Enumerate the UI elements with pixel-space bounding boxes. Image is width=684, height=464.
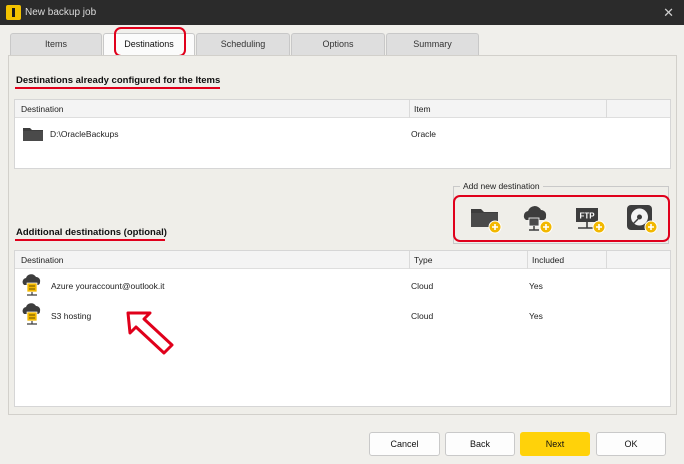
annotation-arrow-icon [126, 311, 174, 355]
column-included[interactable]: Included [532, 255, 564, 265]
column-type[interactable]: Type [414, 255, 432, 265]
svg-text:FTP: FTP [579, 212, 595, 221]
app-logo-icon [6, 5, 21, 20]
additional-section-title: Additional destinations (optional) [16, 227, 167, 238]
table-row[interactable]: S3 hosting Cloud Yes [15, 303, 670, 329]
configured-table-header: Destination Item [15, 100, 670, 118]
destination-name: Azure youraccount@outlook.it [51, 281, 165, 291]
close-icon[interactable]: ✕ [663, 5, 674, 21]
tab-options[interactable]: Options [291, 33, 385, 55]
configured-destinations-table: Destination Item D:\OracleBackups Oracle [14, 99, 671, 169]
add-folder-icon[interactable] [467, 200, 503, 236]
destination-type: Cloud [411, 281, 434, 291]
tab-summary[interactable]: Summary [386, 33, 479, 55]
folder-icon [23, 128, 43, 141]
cloud-server-icon [22, 303, 41, 325]
back-button[interactable]: Back [445, 432, 515, 456]
column-item[interactable]: Item [414, 104, 431, 114]
destination-included: Yes [529, 311, 543, 321]
column-destination[interactable]: Destination [21, 104, 64, 114]
tab-strip: Items Destinations Scheduling Options Su… [0, 25, 684, 55]
item-name: Oracle [411, 129, 437, 139]
destination-type: Cloud [411, 311, 434, 321]
window-title: New backup job [25, 7, 97, 18]
add-disk-icon[interactable] [623, 200, 659, 236]
additional-destinations-table: Destination Type Included Azure youracco… [14, 250, 671, 407]
cloud-server-icon [22, 274, 41, 296]
additional-table-header: Destination Type Included [15, 251, 670, 269]
add-cloud-icon[interactable] [518, 200, 554, 236]
destinations-tab-highlight [114, 27, 186, 57]
tab-items[interactable]: Items [10, 33, 102, 55]
destination-included: Yes [529, 281, 543, 291]
next-button[interactable]: Next [520, 432, 590, 456]
destination-name: S3 hosting [51, 311, 92, 321]
destination-path: D:\OracleBackups [50, 129, 119, 139]
additional-title-underline [15, 239, 165, 241]
configured-section-title: Destinations already configured for the … [16, 75, 221, 86]
table-row[interactable]: Azure youraccount@outlook.it Cloud Yes [15, 273, 670, 299]
title-bar: New backup job ✕ [0, 0, 684, 25]
column-destination[interactable]: Destination [21, 255, 64, 265]
cancel-button[interactable]: Cancel [369, 432, 440, 456]
add-ftp-icon[interactable]: FTP [571, 200, 607, 236]
add-new-destination-label: Add new destination [460, 181, 543, 191]
configured-title-underline [15, 87, 220, 89]
ok-button[interactable]: OK [596, 432, 666, 456]
table-row[interactable]: D:\OracleBackups Oracle [15, 120, 670, 148]
tab-scheduling[interactable]: Scheduling [196, 33, 290, 55]
